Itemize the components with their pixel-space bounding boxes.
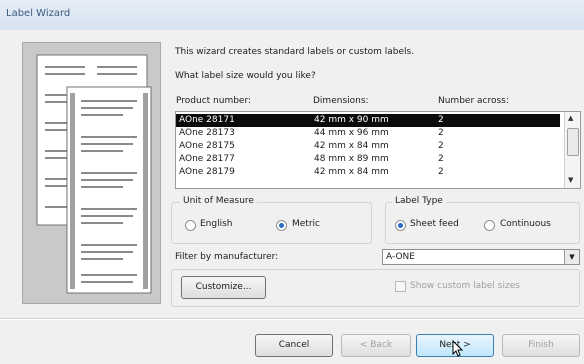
dimensions: 42 mm x 84 mm bbox=[314, 141, 389, 151]
english-label: English bbox=[200, 219, 233, 229]
window-title: Label Wizard bbox=[6, 8, 71, 19]
dimensions: 44 mm x 96 mm bbox=[314, 128, 389, 138]
back-button[interactable]: < Back bbox=[341, 334, 411, 357]
metric-label: Metric bbox=[292, 219, 320, 229]
show-custom-sizes-label: Show custom label sizes bbox=[410, 281, 520, 291]
number-across: 2 bbox=[438, 115, 444, 125]
title-bar: Label Wizard bbox=[0, 0, 584, 31]
manufacturer-select[interactable]: A-ONE ▼ bbox=[382, 249, 580, 265]
number-across: 2 bbox=[438, 167, 444, 177]
product-number: AOne 28175 bbox=[179, 141, 235, 151]
metric-radio[interactable] bbox=[276, 220, 287, 231]
size-question: What label size would you like? bbox=[175, 71, 316, 81]
cancel-button[interactable]: Cancel bbox=[255, 334, 333, 357]
dimensions: 42 mm x 90 mm bbox=[314, 115, 389, 125]
unit-of-measure-legend: Unit of Measure bbox=[180, 196, 257, 206]
filter-label: Filter by manufacturer: bbox=[175, 252, 279, 262]
list-scrollbar[interactable]: ▲ ▼ bbox=[564, 112, 580, 188]
list-item[interactable]: AOne 28173 44 mm x 96 mm 2 bbox=[176, 127, 560, 140]
list-item[interactable]: AOne 28175 42 mm x 84 mm 2 bbox=[176, 140, 560, 153]
product-number: AOne 28173 bbox=[179, 128, 235, 138]
chevron-down-icon[interactable]: ▼ bbox=[564, 250, 579, 264]
english-radio[interactable] bbox=[185, 220, 196, 231]
customize-button[interactable]: Customize... bbox=[181, 276, 266, 299]
mouse-pointer-icon bbox=[452, 339, 464, 361]
number-across: 2 bbox=[438, 154, 444, 164]
product-number: AOne 28171 bbox=[179, 115, 235, 125]
number-across: 2 bbox=[438, 128, 444, 138]
label-sheets-icon bbox=[36, 54, 152, 294]
scroll-up-arrow-icon[interactable]: ▲ bbox=[568, 114, 573, 122]
footer-separator bbox=[0, 318, 584, 320]
product-number: AOne 28177 bbox=[179, 154, 235, 164]
sheet-feed-radio[interactable] bbox=[395, 220, 406, 231]
list-item[interactable]: AOne 28171 42 mm x 90 mm 2 bbox=[176, 114, 560, 127]
label-size-list[interactable]: AOne 28171 42 mm x 90 mm 2 AOne 28173 44… bbox=[175, 111, 581, 189]
manufacturer-value: A-ONE bbox=[386, 252, 415, 262]
continuous-label: Continuous bbox=[500, 219, 551, 229]
dimensions-header: Dimensions: bbox=[313, 96, 369, 106]
scrollbar-thumb[interactable] bbox=[567, 128, 579, 156]
dimensions: 42 mm x 84 mm bbox=[314, 167, 389, 177]
finish-button[interactable]: Finish bbox=[502, 334, 580, 357]
number-across: 2 bbox=[438, 141, 444, 151]
dimensions: 48 mm x 89 mm bbox=[314, 154, 389, 164]
list-item[interactable]: AOne 28177 48 mm x 89 mm 2 bbox=[176, 153, 560, 166]
scroll-down-arrow-icon[interactable]: ▼ bbox=[568, 176, 573, 184]
intro-text: This wizard creates standard labels or c… bbox=[175, 47, 415, 57]
list-item[interactable]: AOne 28179 42 mm x 84 mm 2 bbox=[176, 166, 560, 179]
label-sheets-illustration bbox=[22, 42, 161, 304]
label-type-legend: Label Type bbox=[392, 196, 446, 206]
sheet-feed-label: Sheet feed bbox=[410, 219, 459, 229]
continuous-radio[interactable] bbox=[484, 220, 495, 231]
product-number: AOne 28179 bbox=[179, 167, 235, 177]
product-number-header: Product number: bbox=[176, 96, 252, 106]
number-across-header: Number across: bbox=[438, 96, 509, 106]
show-custom-sizes-checkbox[interactable] bbox=[395, 281, 406, 292]
